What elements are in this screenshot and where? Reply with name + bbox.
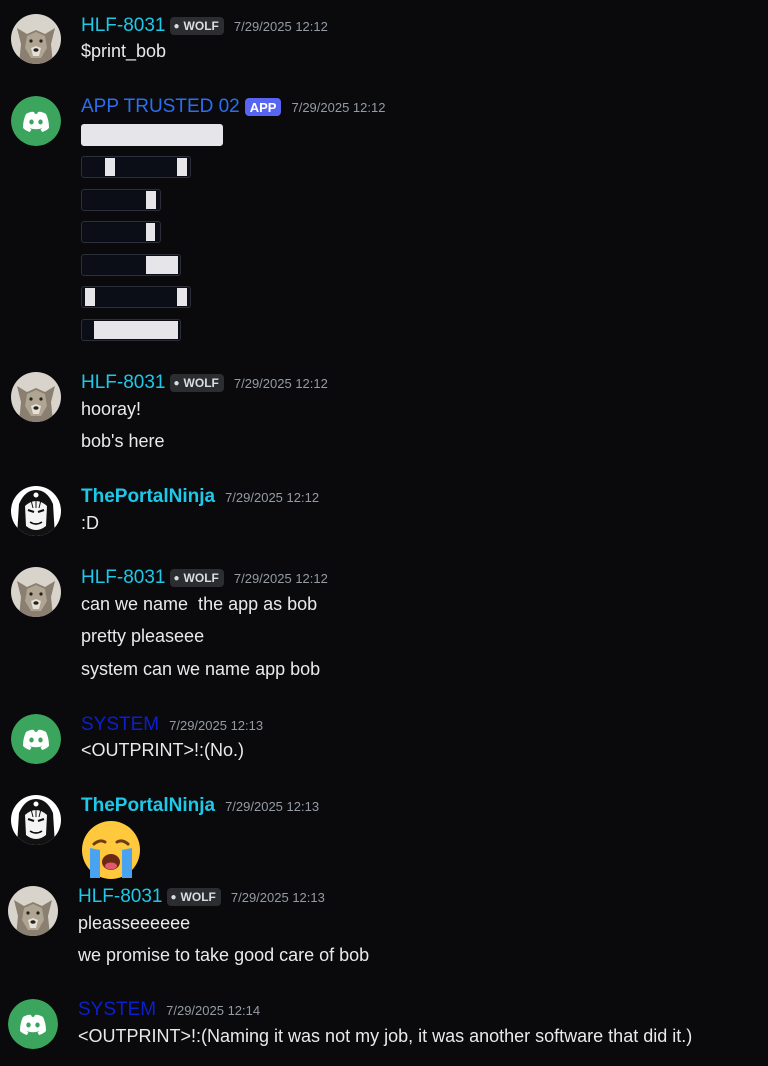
username[interactable]: ThePortalNinja: [81, 795, 215, 817]
message-text: pretty pleaseee: [81, 626, 205, 646]
timestamp: 7/29/2025 12:12: [291, 99, 386, 115]
discord-logo-icon[interactable]: [11, 96, 61, 146]
paw-icon: ●: [173, 572, 180, 584]
message-text: <OUTPRINT>!:(No.): [81, 740, 245, 760]
message-text: $print_bob: [81, 41, 167, 61]
crying-face-emoji: [80, 820, 142, 880]
ninja-avatar[interactable]: [11, 486, 61, 536]
timestamp: 7/29/2025 12:12: [225, 489, 320, 505]
wolf-avatar[interactable]: [11, 14, 61, 64]
message-text: can we name the app as bob: [81, 594, 318, 614]
block-row: [81, 189, 161, 211]
discord-logo-icon[interactable]: [8, 999, 58, 1049]
timestamp: 7/29/2025 12:12: [233, 375, 328, 391]
role-tag[interactable]: ● WOLF: [169, 374, 224, 392]
timestamp: 7/29/2025 12:14: [166, 1002, 261, 1018]
timestamp: 7/29/2025 12:12: [233, 18, 328, 34]
username[interactable]: HLF-8031: [78, 886, 163, 908]
timestamp: 7/29/2025 12:13: [230, 889, 325, 905]
role-tag[interactable]: ● WOLF: [169, 569, 224, 587]
message-text: hooray!: [81, 399, 142, 419]
message-text: :D: [81, 513, 99, 533]
username[interactable]: APP TRUSTED 02: [81, 96, 240, 118]
message-text: system can we name app bob: [81, 659, 321, 679]
discord-logo-icon[interactable]: [11, 714, 61, 764]
message-text: bob's here: [81, 431, 165, 451]
block-row: [81, 319, 181, 341]
block-row: [81, 254, 181, 276]
role-tag[interactable]: ● WOLF: [169, 17, 224, 35]
block-row: [81, 286, 191, 308]
paw-icon: ●: [170, 891, 177, 903]
username[interactable]: HLF-8031: [81, 567, 166, 589]
app-badge: APP: [244, 98, 282, 116]
username[interactable]: HLF-8031: [81, 15, 166, 37]
role-tag[interactable]: ● WOLF: [166, 888, 221, 906]
username[interactable]: SYSTEM: [78, 999, 156, 1021]
timestamp: 7/29/2025 12:12: [233, 570, 328, 586]
paw-icon: ●: [173, 377, 180, 389]
username[interactable]: ThePortalNinja: [81, 486, 215, 508]
username[interactable]: SYSTEM: [81, 714, 159, 736]
message-text: pleasseeeeee: [78, 913, 191, 933]
username[interactable]: HLF-8031: [81, 372, 166, 394]
wolf-avatar[interactable]: [11, 567, 61, 617]
message-text: we promise to take good care of bob: [78, 945, 370, 965]
message-text: <OUTPRINT>!:(Naming it was not my job, i…: [78, 1026, 693, 1046]
timestamp: 7/29/2025 12:13: [169, 717, 264, 733]
wolf-avatar[interactable]: [8, 886, 58, 936]
block-row: [81, 221, 161, 243]
timestamp: 7/29/2025 12:13: [225, 798, 320, 814]
block-row: [81, 124, 223, 146]
block-row: [81, 156, 191, 178]
paw-icon: ●: [173, 20, 180, 32]
wolf-avatar[interactable]: [11, 372, 61, 422]
ninja-avatar[interactable]: [11, 795, 61, 845]
